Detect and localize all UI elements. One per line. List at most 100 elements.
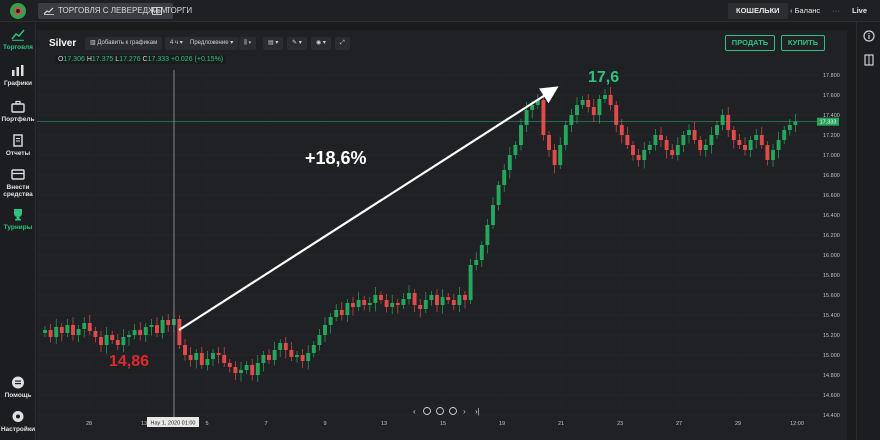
- candle-body: [754, 135, 759, 140]
- candle-body: [502, 170, 507, 185]
- fullscreen-button[interactable]: ⤢: [335, 37, 350, 50]
- candle-body: [155, 325, 159, 333]
- candle-body: [143, 327, 148, 335]
- sidebar-item-trading[interactable]: Торговля: [0, 28, 36, 51]
- candle-body: [278, 343, 283, 350]
- help-icon: [12, 376, 24, 389]
- sidebar-item-charts[interactable]: Графики: [0, 64, 36, 87]
- candle-body: [267, 355, 271, 360]
- drawing-tools-dropdown[interactable]: ✎ ▾: [287, 37, 307, 50]
- candle-body: [608, 95, 613, 105]
- y-tick-label: 16.200: [823, 233, 840, 239]
- x-axis: 28 13:00 5 7 9 13 15 19 21 23 27 29 12:00: [86, 421, 804, 427]
- candle-body: [261, 355, 266, 363]
- candle-body: [692, 130, 697, 140]
- sidebar-item-deposit[interactable]: Внести средства: [0, 168, 36, 198]
- offer-dropdown[interactable]: Предложение ▾: [185, 37, 239, 50]
- scroll-right-icon[interactable]: ›: [463, 407, 466, 416]
- candle-body: [412, 293, 417, 305]
- layers-icon[interactable]: [863, 54, 875, 66]
- candle-body: [43, 330, 47, 333]
- more-icon[interactable]: ···: [832, 3, 840, 19]
- offer-label: Предложение: [190, 40, 229, 46]
- sidebar-item-tournaments[interactable]: Турниры: [0, 208, 36, 231]
- zoom-controls[interactable]: ‹ › ›|: [413, 407, 480, 416]
- candle-body: [295, 355, 299, 357]
- globe-icon: ◉ ▾: [316, 40, 326, 46]
- chevron-down-icon: ▾: [178, 40, 183, 46]
- x-tick-label: 5: [205, 421, 208, 427]
- candle-body: [743, 145, 747, 150]
- add-to-chart-button[interactable]: ▥ Добавить к графикам: [85, 37, 163, 50]
- settings-dropdown[interactable]: ◉ ▾: [311, 37, 331, 50]
- reset-zoom-icon[interactable]: [436, 407, 444, 415]
- indicators-dropdown[interactable]: ▤ ▾: [263, 37, 284, 50]
- candle-body: [586, 100, 591, 107]
- tab-trades[interactable]: ТОРГИ: [146, 3, 198, 19]
- scroll-to-end-icon[interactable]: ›|: [475, 407, 480, 416]
- candle-body: [401, 299, 406, 305]
- candle-body: [463, 295, 467, 300]
- app-logo[interactable]: [10, 3, 26, 19]
- chart-type-dropdown[interactable]: ⫼ ▾: [239, 37, 257, 50]
- buy-button[interactable]: КУПИТЬ: [781, 35, 825, 51]
- candle-body: [435, 295, 439, 305]
- y-tick-label: 16.600: [823, 193, 840, 199]
- x-tick-label: 7: [264, 421, 267, 427]
- y-tick-label: 14.400: [823, 413, 840, 419]
- candle-body: [138, 330, 143, 335]
- candle-body: [636, 155, 641, 160]
- candle-body: [787, 125, 792, 130]
- tab-label: ТОРГИ: [166, 6, 193, 15]
- current-price-tag: [817, 117, 839, 126]
- sidebar-item-label: Турниры: [3, 224, 33, 231]
- candle-body: [345, 303, 350, 315]
- candle-body: [323, 325, 327, 335]
- mode-label[interactable]: Live: [852, 3, 867, 19]
- candle-body: [65, 325, 70, 333]
- candle-body: [440, 297, 445, 305]
- scroll-left-icon[interactable]: ‹: [413, 407, 416, 416]
- sell-button[interactable]: ПРОДАТЬ: [725, 35, 775, 51]
- candle-body: [379, 295, 383, 300]
- candle-body: [591, 107, 596, 115]
- candle-body: [149, 325, 154, 327]
- candle-body: [580, 100, 585, 105]
- info-icon[interactable]: [863, 30, 875, 42]
- y-tick-label: 16.400: [823, 213, 840, 219]
- grid-icon: [152, 7, 162, 15]
- zoom-out-icon[interactable]: [423, 407, 431, 415]
- top-bar: ТОРГОВЛЯ С ЛЕВЕРЕДЖЕМ ТОРГИ КОШЕЛЬКИ ‹ Б…: [0, 0, 880, 22]
- candle-body: [664, 140, 669, 150]
- candle-body: [367, 303, 372, 305]
- candle-body: [59, 327, 64, 333]
- candle-body: [535, 100, 540, 105]
- document-icon: [13, 134, 23, 147]
- candle-body: [194, 353, 199, 360]
- candle-body: [603, 95, 607, 99]
- y-tick-label: 17.600: [823, 93, 840, 99]
- candle-body: [54, 327, 59, 337]
- candle-body: [222, 355, 227, 363]
- sidebar-item-label: Внести средства: [3, 184, 33, 198]
- indicators-icon: ▤ ▾: [268, 40, 279, 46]
- wallets-button[interactable]: КОШЕЛЬКИ: [728, 3, 788, 19]
- candle-body: [446, 297, 451, 300]
- sidebar-item-label: Портфель: [1, 116, 35, 123]
- candle-body: [384, 300, 389, 307]
- candle-body: [205, 359, 210, 365]
- sidebar-item-settings[interactable]: Настройки: [0, 410, 36, 433]
- sidebar-item-reports[interactable]: Отчеты: [0, 134, 36, 157]
- y-tick-label: 17.800: [823, 73, 840, 79]
- candle-body: [104, 335, 109, 345]
- bar-chart-icon: [12, 65, 24, 76]
- sidebar-item-portfolio[interactable]: Портфель: [0, 100, 36, 123]
- sidebar-item-help[interactable]: Помощь: [0, 376, 36, 399]
- candles-icon: ⫼ ▾: [244, 40, 252, 46]
- chart-grid: [37, 70, 819, 425]
- candle-body: [183, 345, 187, 355]
- balance-dropdown[interactable]: ‹ Баланс: [790, 3, 820, 19]
- sidebar-item-label: Помощь: [4, 392, 32, 399]
- zoom-in-icon[interactable]: [449, 407, 457, 415]
- candle-body: [250, 365, 255, 375]
